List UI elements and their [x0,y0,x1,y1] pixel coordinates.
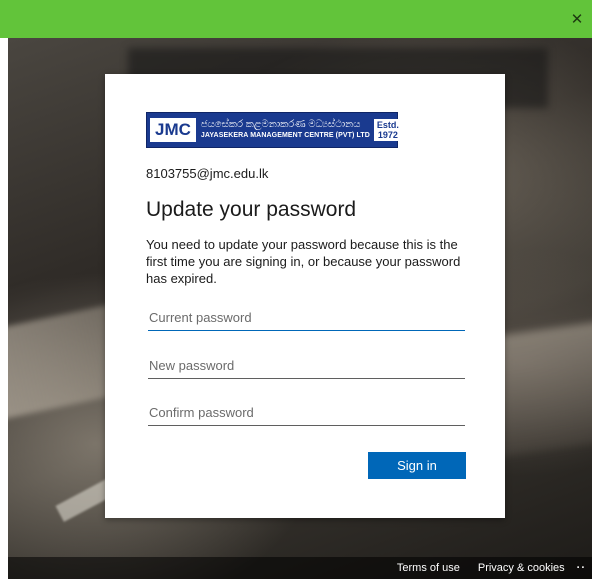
page-title: Update your password [146,198,357,221]
sign-in-card: JMC ජයසේකර කළමනාකරණ මධ්‍යස්ථානය JAYASEKE… [105,74,505,518]
footer: Terms of use Privacy & cookies ·· [8,557,592,579]
terms-of-use-link[interactable]: Terms of use [397,562,460,574]
logo-jmc-mark: JMC [150,118,196,142]
logo-established-badge: Estd. 1972 [373,119,402,141]
close-icon[interactable]: ✕ [566,8,588,30]
window-left-border [0,38,8,579]
sign-in-button[interactable]: Sign in [368,452,466,479]
logo-estd-label: Estd. [376,120,399,130]
logo-sinhala-name: ජයසේකර කළමනාකරණ මධ්‍යස්ථානය [200,119,361,130]
window-titlebar: ✕ [0,0,592,38]
new-password-input[interactable] [148,352,465,379]
account-email: 8103755@jmc.edu.lk [146,166,269,181]
current-password-input[interactable] [148,304,465,331]
logo-texts: ජයසේකර කළමනාකරණ මධ්‍යස්ථානය JAYASEKERA M… [201,119,370,141]
logo-english-name: JAYASEKERA MANAGEMENT CENTRE (PVT) LTD [200,132,370,139]
confirm-password-input[interactable] [148,399,465,426]
privacy-cookies-link[interactable]: Privacy & cookies [478,562,565,574]
logo-estd-year: 1972 [377,130,398,140]
more-options-icon[interactable]: ·· [577,562,586,574]
company-logo: JMC ජයසේකර කළමනාකරණ මධ්‍යස්ථානය JAYASEKE… [146,112,402,148]
update-password-description: You need to update your password because… [146,237,461,286]
